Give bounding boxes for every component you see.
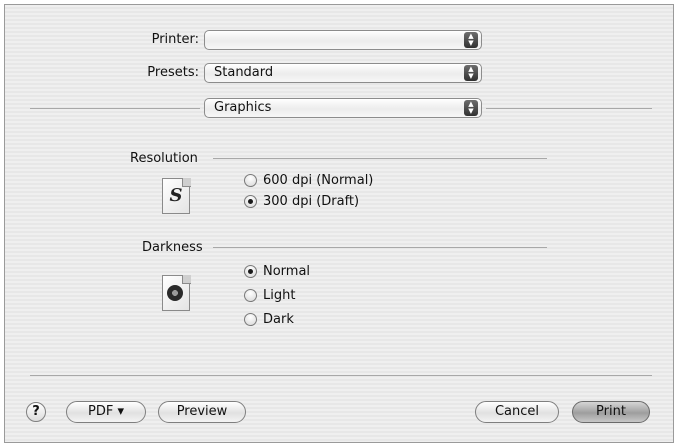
darkness-divider [213, 247, 547, 248]
popup-arrows-icon: ▲ ▼ [464, 65, 478, 81]
print-button[interactable]: Print [572, 401, 650, 423]
printer-label: Printer: [151, 32, 199, 47]
presets-label: Presets: [147, 65, 199, 80]
presets-popup-value: Standard [214, 65, 274, 80]
resolution-divider [213, 158, 547, 159]
panel-popup-value: Graphics [214, 100, 272, 115]
separator-left [30, 108, 200, 109]
popup-arrows-icon: ▲ ▼ [464, 32, 478, 48]
print-dialog: Printer: ▲ ▼ Presets: Standard ▲ ▼ Graphic… [4, 4, 674, 443]
pdf-button[interactable]: PDF ▾ [66, 401, 146, 423]
radio-button-checked[interactable] [244, 265, 257, 278]
s-document-icon: S [162, 178, 191, 214]
bottom-separator [30, 375, 652, 376]
radio-button[interactable] [244, 174, 257, 187]
cancel-button[interactable]: Cancel [475, 401, 559, 423]
darkness-document-icon [162, 275, 191, 311]
help-button[interactable]: ? [26, 402, 46, 422]
presets-popup[interactable]: Standard ▲ ▼ [204, 63, 482, 83]
radio-button[interactable] [244, 313, 257, 326]
darkness-label: Darkness [142, 240, 203, 255]
panel-popup[interactable]: Graphics ▲ ▼ [204, 98, 482, 118]
radio-button-checked[interactable] [244, 195, 257, 208]
radio-button[interactable] [244, 289, 257, 302]
popup-arrows-icon: ▲ ▼ [464, 100, 478, 116]
resolution-label: Resolution [130, 151, 198, 166]
separator-right [486, 108, 652, 109]
preview-button[interactable]: Preview [158, 401, 246, 423]
printer-popup[interactable]: ▲ ▼ [204, 30, 482, 50]
